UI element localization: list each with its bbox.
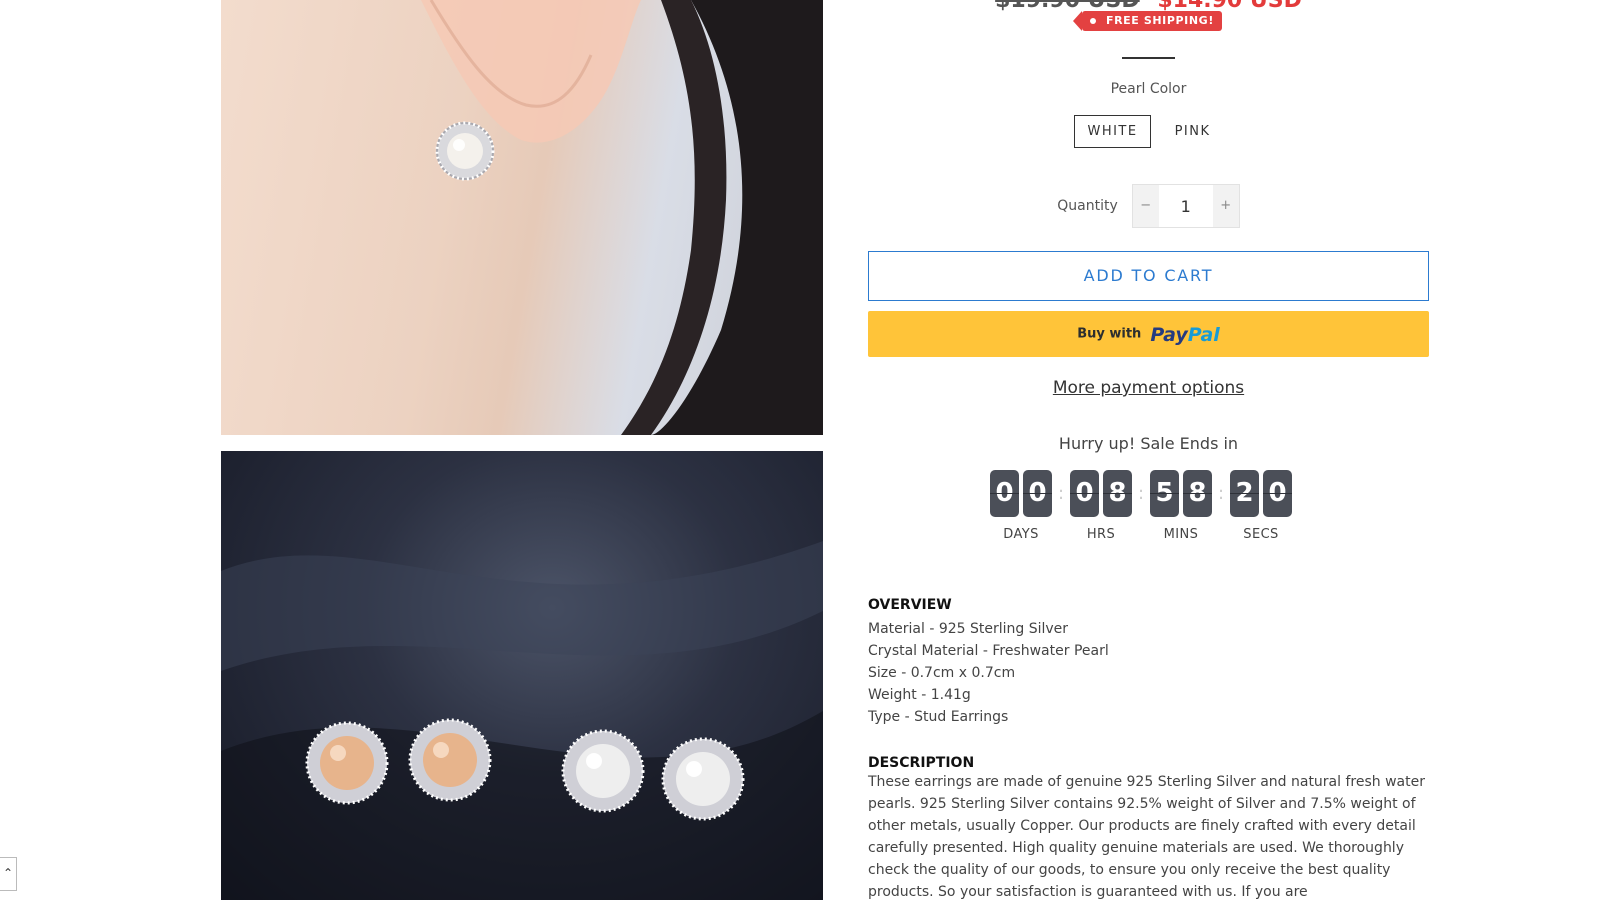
quantity-input[interactable] [1158,185,1213,227]
countdown-separator: : [1137,483,1145,504]
description-heading: DESCRIPTION [868,755,975,771]
description-text: These earrings are made of genuine 925 S… [868,774,1425,900]
option-pink[interactable]: PINK [1163,115,1223,149]
spec-line: Size - 0.7cm x 0.7cm [868,665,1016,681]
overview-heading: OVERVIEW [868,597,952,613]
white-pearl-left [561,729,645,813]
pink-pearl-left [305,721,389,805]
spec-line: Material - 925 Sterling Silver [868,621,1069,637]
scroll-to-top-button[interactable]: ⌃ [0,857,17,891]
add-to-cart-button[interactable]: ADD TO CART [868,251,1429,301]
color-options: WHITE PINK [868,115,1429,149]
pearls-illustration [221,541,823,900]
countdown-digit: 2 [1230,470,1259,517]
countdown-digit: 8 [1183,470,1212,517]
product-info: $19.90 USD $14.90 USD FREE SHIPPING! Pea… [868,0,1429,900]
product-image-pearls[interactable] [221,451,823,900]
countdown-separator: : [1057,483,1065,504]
countdown-unit-label: MINS [1163,527,1199,542]
divider [1122,57,1175,59]
countdown-hours: 0 8 HRS [1070,470,1132,542]
free-shipping-label: FREE SHIPPING! [1106,14,1214,27]
countdown-digit: 8 [1103,470,1132,517]
tag-icon [1090,18,1096,24]
chevron-up-icon: ⌃ [2,866,14,880]
free-shipping-badge: FREE SHIPPING! [1073,11,1222,31]
option-label: Pearl Color [1110,81,1187,97]
countdown-separator: : [1217,483,1225,504]
countdown-digit: 0 [1023,470,1052,517]
product-image-ear[interactable] [221,0,823,435]
more-payment-options-link[interactable]: More payment options [868,378,1429,398]
countdown-minutes: 5 8 MINS [1150,470,1212,542]
countdown-unit-label: HRS [1086,527,1116,542]
quantity-stepper: − + [1131,184,1240,228]
spec-line: Crystal Material - Freshwater Pearl [868,643,1109,659]
countdown-heading: Hurry up! Sale Ends in [1058,434,1239,453]
option-white[interactable]: WHITE [1074,115,1151,148]
spec-line: Weight - 1.41g [868,687,971,703]
countdown-digit: 0 [1263,470,1292,517]
quantity-label: Quantity [1057,198,1118,214]
countdown-timer: 0 0 DAYS : 0 8 HRS : 5 8 MINS : 2 0 SECS [990,470,1292,542]
paypal-prefix: Buy with [1077,326,1142,342]
quantity-decrease-button[interactable]: − [1132,185,1159,227]
quantity-row: Quantity − + [868,184,1429,228]
countdown-seconds: 2 0 SECS [1230,470,1292,542]
countdown-unit-label: SECS [1243,527,1279,542]
countdown-unit-label: DAYS [1003,527,1039,542]
spec-line: Type - Stud Earrings [868,709,1009,725]
ear-illustration [421,0,823,435]
paypal-logo: PayPal [1150,323,1220,346]
pink-pearl-right [408,718,492,802]
quantity-increase-button[interactable]: + [1212,185,1239,227]
countdown-digit: 0 [990,470,1019,517]
countdown-days: 0 0 DAYS [990,470,1052,542]
paypal-button[interactable]: Buy with PayPal [868,311,1429,357]
countdown-digit: 5 [1150,470,1179,517]
white-pearl-right [661,737,745,821]
countdown-digit: 0 [1070,470,1099,517]
